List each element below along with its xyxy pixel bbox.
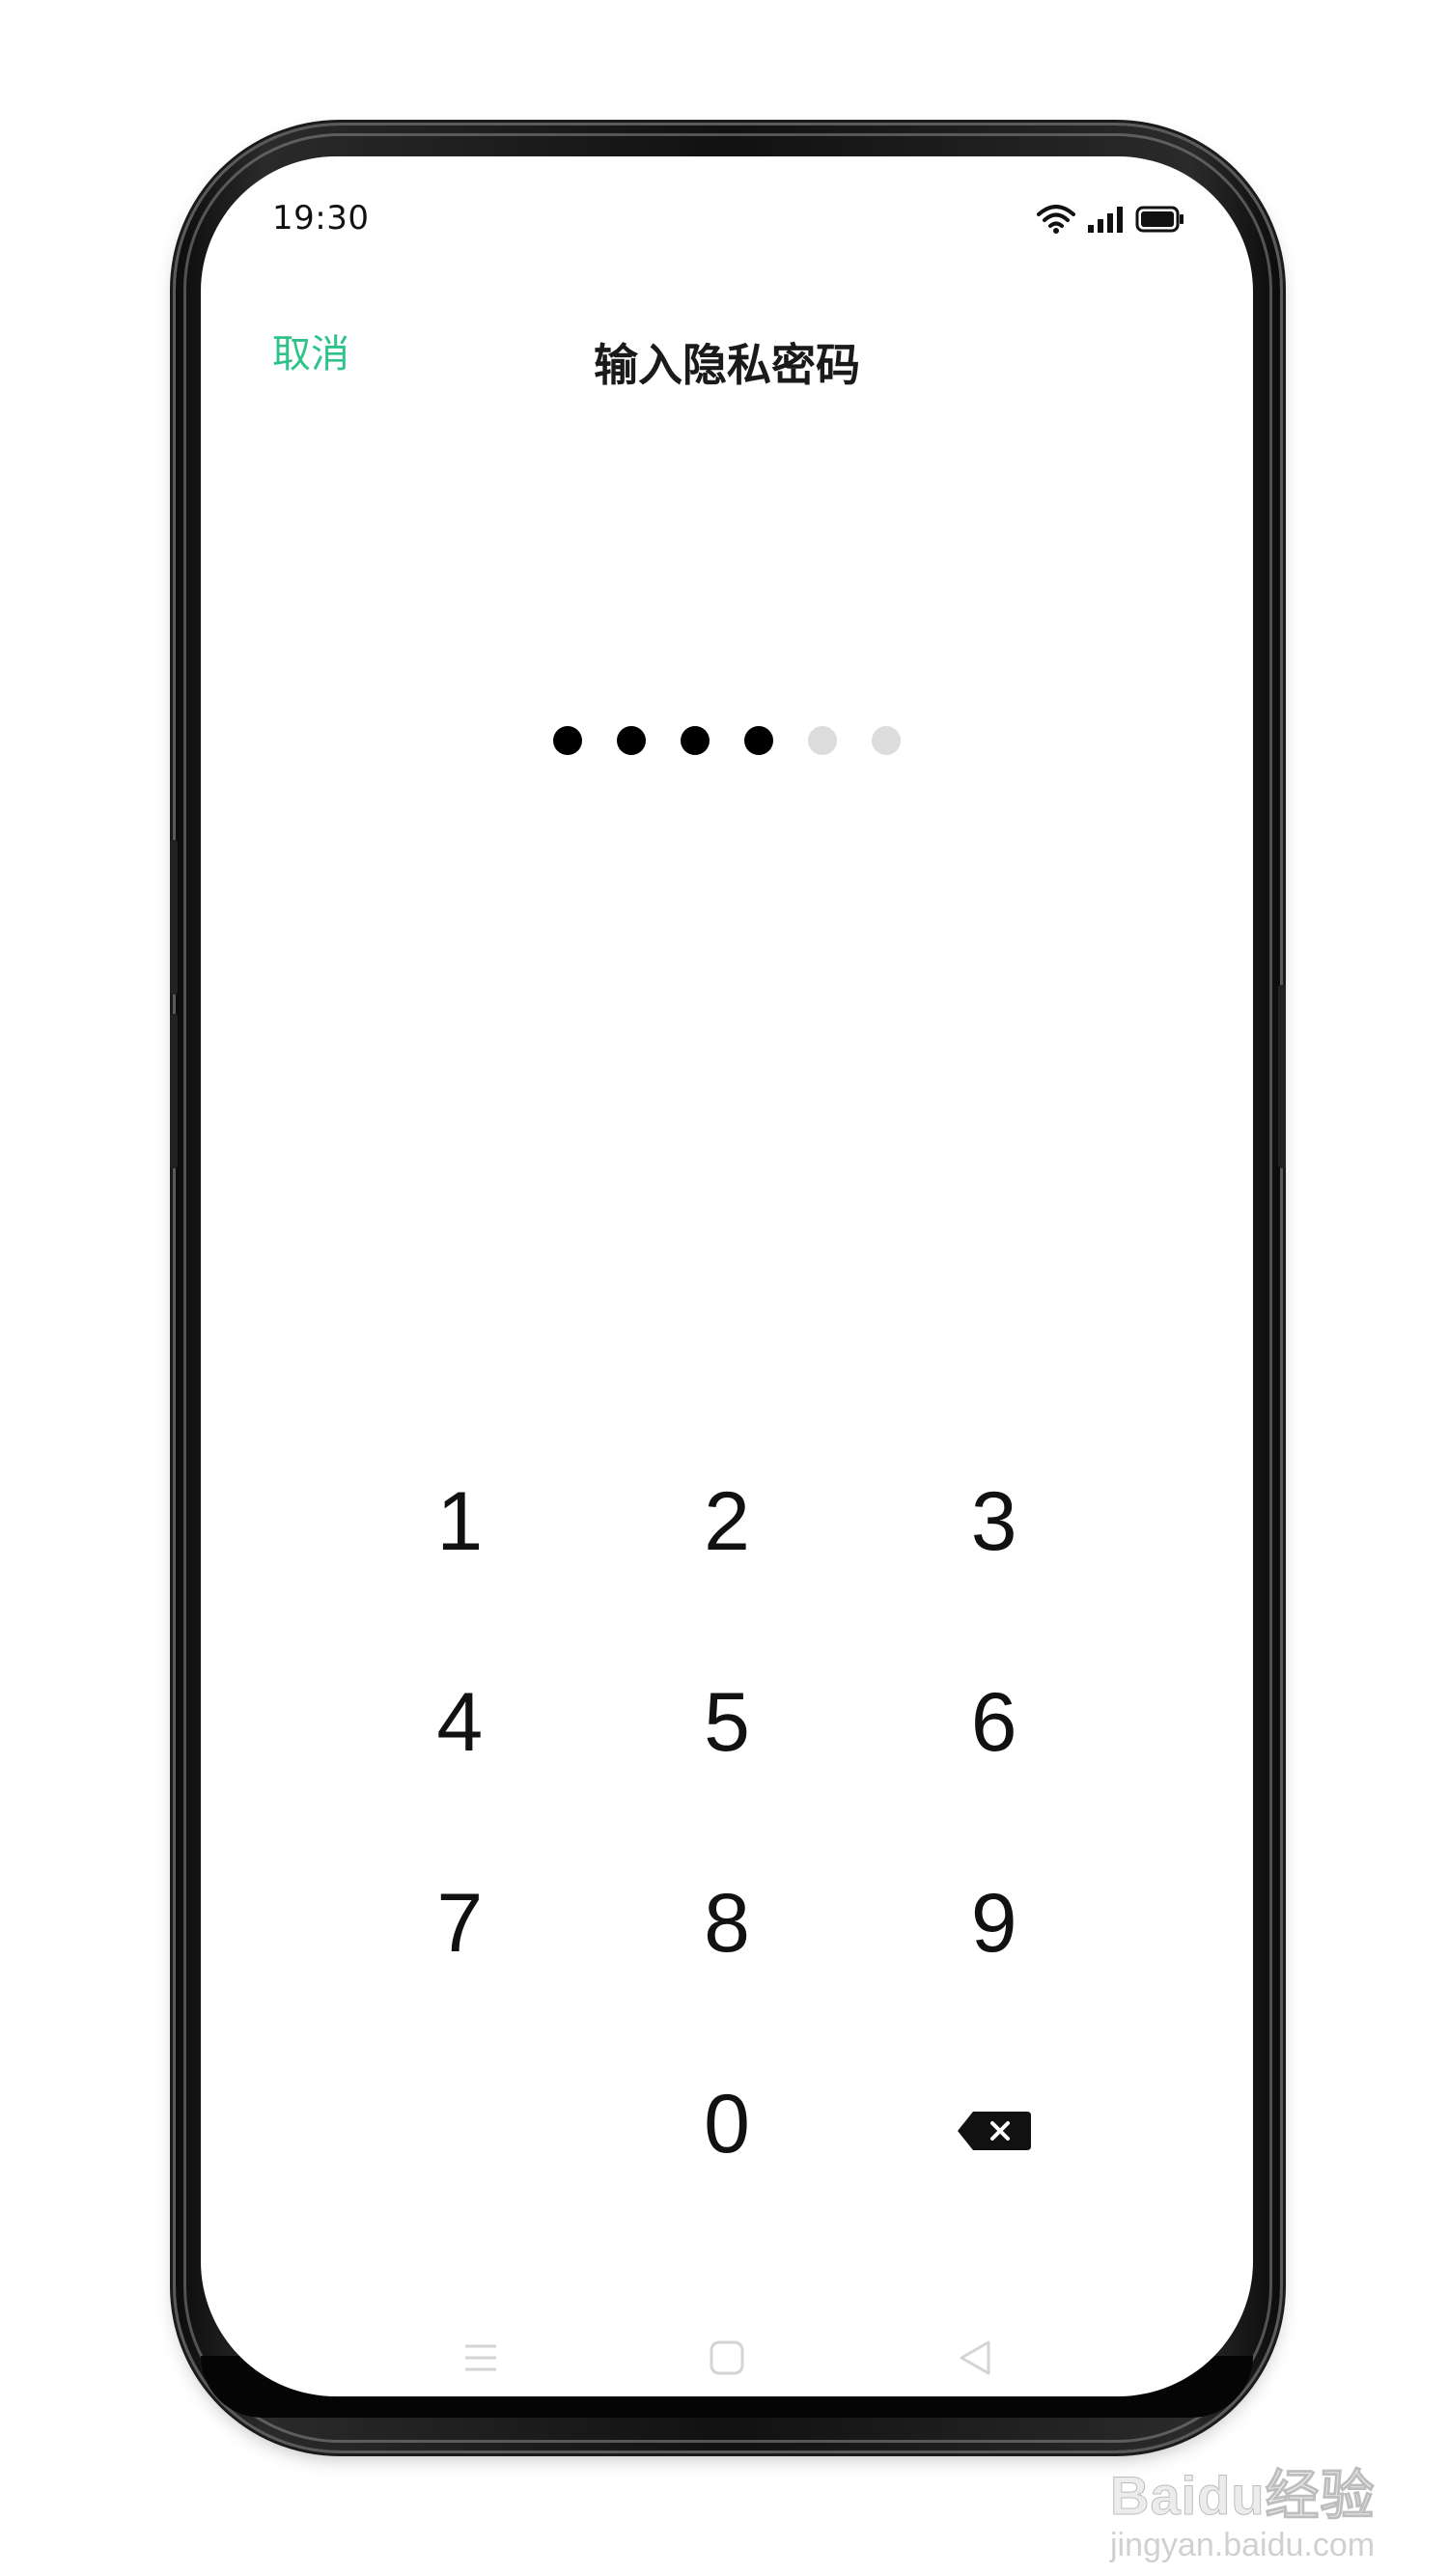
key-8[interactable]: 8 bbox=[594, 1823, 861, 2024]
key-0[interactable]: 0 bbox=[594, 2024, 861, 2225]
power-button bbox=[1278, 985, 1286, 1168]
numeric-keypad: 123 456 7890 bbox=[326, 1421, 1128, 2225]
pin-dot bbox=[808, 726, 837, 755]
navigation-bar bbox=[201, 2329, 1253, 2396]
menu-icon[interactable] bbox=[461, 2338, 500, 2381]
key-9[interactable]: 9 bbox=[860, 1823, 1128, 2024]
key-5[interactable]: 5 bbox=[594, 1622, 861, 1823]
pin-dot bbox=[681, 726, 710, 755]
status-time: 19:30 bbox=[272, 199, 370, 238]
battery-icon bbox=[1135, 206, 1185, 237]
key-4[interactable]: 4 bbox=[326, 1622, 594, 1823]
pin-dot bbox=[553, 726, 582, 755]
backspace-icon bbox=[956, 2077, 1033, 2172]
keypad-empty-slot bbox=[326, 2024, 594, 2225]
key-3[interactable]: 3 bbox=[860, 1421, 1128, 1622]
volume-up-button bbox=[170, 840, 178, 994]
volume-down-button bbox=[170, 1014, 178, 1168]
signal-icon bbox=[1087, 206, 1124, 237]
page-title: 输入隐私密码 bbox=[594, 339, 860, 391]
pin-dot bbox=[744, 726, 773, 755]
back-icon[interactable] bbox=[956, 2338, 994, 2381]
status-icons bbox=[1037, 205, 1185, 238]
key-2[interactable]: 2 bbox=[594, 1421, 861, 1622]
key-6[interactable]: 6 bbox=[860, 1622, 1128, 1823]
pin-dot bbox=[617, 726, 646, 755]
key-7[interactable]: 7 bbox=[326, 1823, 594, 2024]
home-icon[interactable] bbox=[708, 2338, 746, 2381]
page: 19:30 取消 输入隐私密码 1 2 3 4 5 6 7 8 9 0 Baid… bbox=[0, 0, 1448, 2576]
pin-indicator bbox=[201, 726, 1253, 755]
pin-dot bbox=[872, 726, 901, 755]
watermark-brand: Baidu经验 bbox=[1110, 2465, 1376, 2527]
baidu-watermark: Baidu经验 jingyan.baidu.com bbox=[1110, 2452, 1400, 2564]
wifi-icon bbox=[1037, 205, 1075, 238]
backspace-button[interactable] bbox=[860, 2024, 1128, 2225]
phone-screen: 19:30 取消 输入隐私密码 1 2 3 4 5 6 7 8 9 0 bbox=[201, 156, 1253, 2396]
key-1[interactable]: 1 bbox=[326, 1421, 594, 1622]
watermark-url: jingyan.baidu.com bbox=[1110, 2527, 1376, 2563]
